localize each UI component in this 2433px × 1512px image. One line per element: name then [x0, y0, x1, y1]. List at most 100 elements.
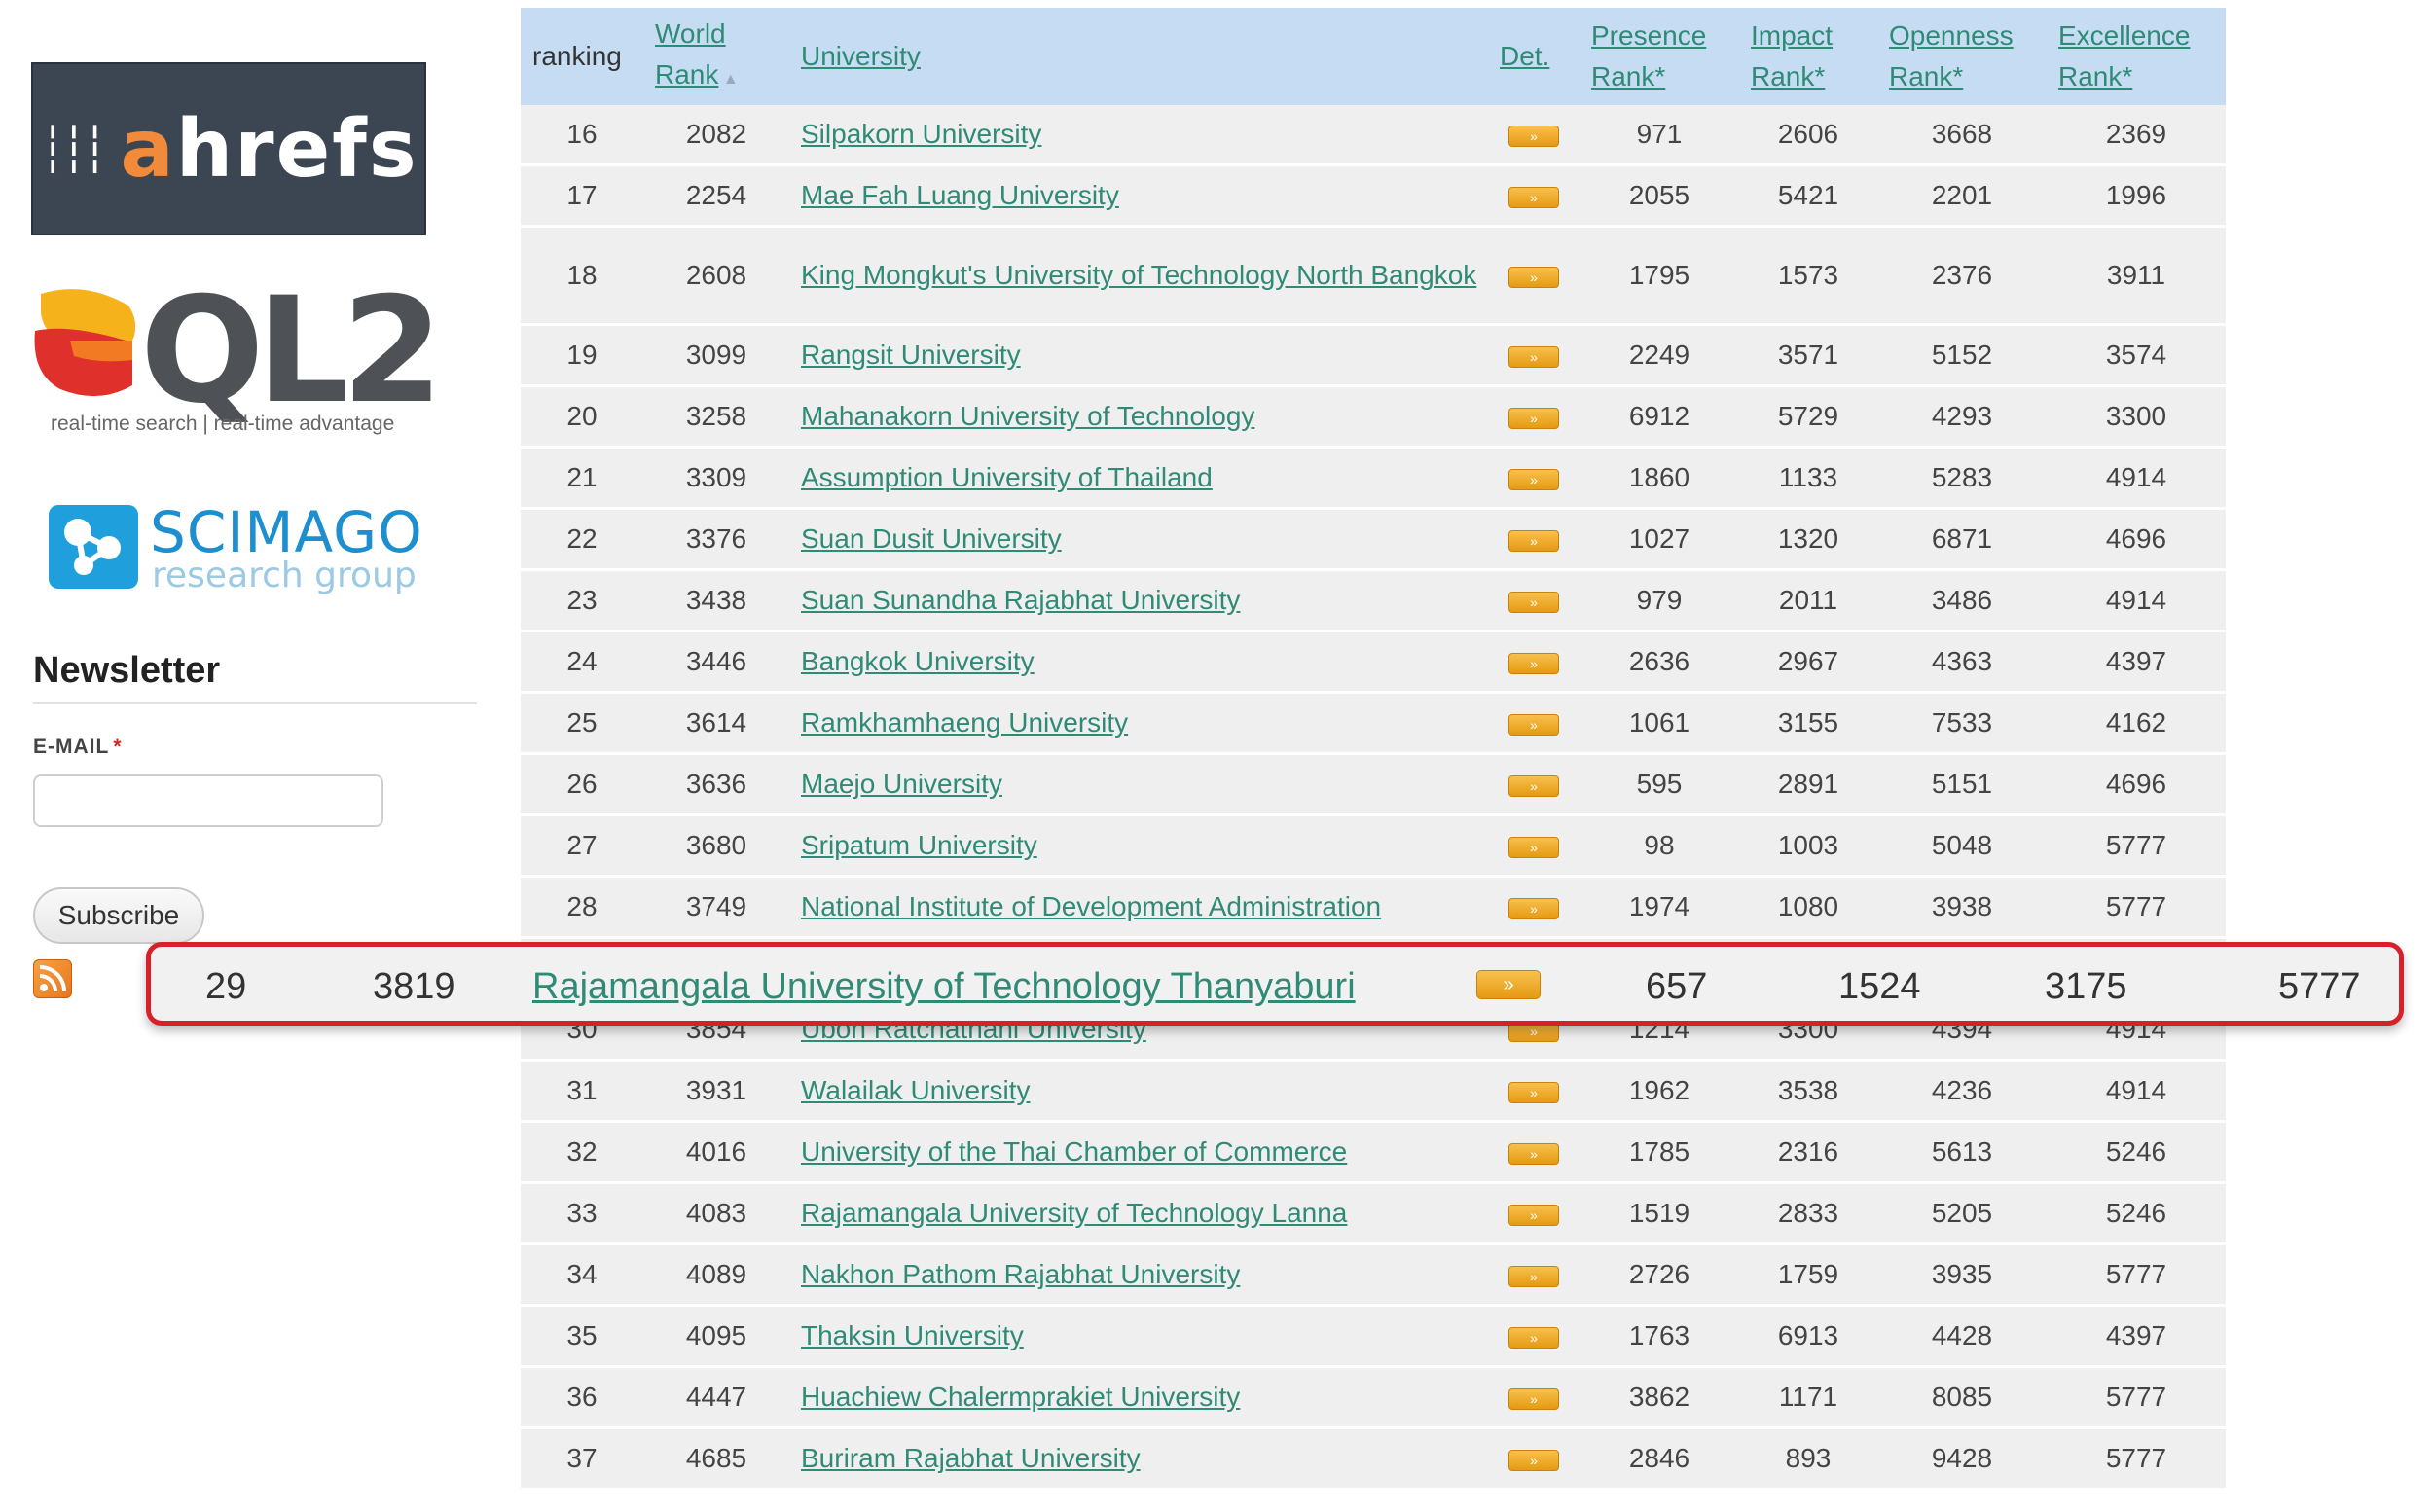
table-header-row: ranking World Rank ▲ University Det. Pres…: [521, 8, 2226, 105]
university-link[interactable]: Rangsit University: [801, 340, 1021, 370]
details-icon[interactable]: »: [1508, 836, 1559, 858]
cell-presence-rank: 2846: [1580, 1427, 1739, 1491]
cell-impact-rank: 6913: [1739, 1305, 1877, 1368]
cell-university: Maejo University: [789, 753, 1488, 816]
cell-det: »: [1488, 324, 1580, 387]
header-world-rank[interactable]: World Rank ▲: [643, 8, 789, 105]
cell-ranking: 22: [521, 508, 643, 571]
university-link[interactable]: Mae Fah Luang University: [801, 180, 1119, 210]
cell-university: Silpakorn University: [789, 105, 1488, 166]
header-det[interactable]: Det.: [1488, 8, 1580, 105]
details-icon[interactable]: »: [1508, 266, 1559, 288]
details-icon[interactable]: »: [1508, 186, 1559, 208]
details-icon[interactable]: »: [1508, 897, 1559, 919]
university-link[interactable]: Assumption University of Thailand: [801, 462, 1213, 492]
university-link[interactable]: Bangkok University: [801, 646, 1035, 676]
cell-presence-rank: 2249: [1580, 324, 1739, 387]
university-link[interactable]: Ramkhamhaeng University: [801, 707, 1128, 738]
university-link[interactable]: King Mongkut's University of Technology …: [801, 260, 1476, 290]
cell-world-rank: 4095: [643, 1305, 789, 1368]
cell-excellence-rank: 3911: [2047, 226, 2226, 326]
subscribe-button[interactable]: Subscribe: [33, 887, 204, 944]
university-link[interactable]: Suan Sunandha Rajabhat University: [801, 585, 1240, 615]
cell-impact-rank: 2967: [1739, 630, 1877, 694]
cell-university: Mahanakorn University of Technology: [789, 385, 1488, 449]
table-row: 20 3258 Mahanakorn University of Technolog…: [521, 385, 2226, 449]
table-row: 34 4089 Nakhon Pathom Rajabhat University »…: [521, 1243, 2226, 1307]
ahrefs-logo[interactable]: ┆┆┆ ahrefs: [31, 62, 426, 235]
cell-impact-rank: 1573: [1739, 226, 1877, 326]
callout-university-link[interactable]: Rajamangala University of Technology Tha…: [532, 966, 1356, 1008]
cell-impact-rank: 3538: [1739, 1060, 1877, 1123]
callout-excellence-rank: 5777: [2278, 966, 2361, 1007]
cell-openness-rank: 5151: [1877, 753, 2047, 816]
scimago-logo[interactable]: SCIMAGO research group: [49, 499, 438, 598]
university-link[interactable]: Buriram Rajabhat University: [801, 1443, 1141, 1473]
cell-ranking: 32: [521, 1121, 643, 1184]
email-field[interactable]: [33, 774, 383, 827]
details-icon[interactable]: »: [1508, 468, 1559, 490]
university-link[interactable]: Rajamangala University of Technology Lan…: [801, 1198, 1347, 1228]
details-icon[interactable]: »: [1508, 345, 1559, 368]
details-icon[interactable]: »: [1508, 1081, 1559, 1103]
university-link[interactable]: University of the Thai Chamber of Commer…: [801, 1136, 1347, 1167]
cell-ranking: 20: [521, 385, 643, 449]
table-row: 31 3931 Walailak University » 1962 3538 4236 49…: [521, 1060, 2226, 1123]
cell-university: Mae Fah Luang University: [789, 164, 1488, 228]
header-presence-rank[interactable]: Presence Rank*: [1580, 8, 1739, 105]
header-openness-rank[interactable]: Openness Rank*: [1877, 8, 2047, 105]
callout-impact-rank: 1524: [1838, 966, 1921, 1007]
callout-details-icon[interactable]: »: [1476, 970, 1541, 999]
scimago-subtitle: research group: [152, 556, 417, 595]
cell-det: »: [1488, 226, 1580, 326]
cell-excellence-rank: 5777: [2047, 1243, 2226, 1307]
university-link[interactable]: Sripatum University: [801, 830, 1037, 860]
header-impact-rank[interactable]: Impact Rank*: [1739, 8, 1877, 105]
details-icon[interactable]: »: [1508, 1326, 1559, 1349]
university-link[interactable]: Walailak University: [801, 1075, 1030, 1105]
cell-impact-rank: 2011: [1739, 569, 1877, 632]
cell-openness-rank: 5048: [1877, 814, 2047, 878]
cell-ranking: 24: [521, 630, 643, 694]
cell-ranking: 31: [521, 1060, 643, 1123]
cell-impact-rank: 1759: [1739, 1243, 1877, 1307]
rss-icon[interactable]: [33, 959, 72, 998]
scimago-mark-icon: [49, 505, 138, 589]
cell-university: Bangkok University: [789, 630, 1488, 694]
university-link[interactable]: Suan Dusit University: [801, 523, 1062, 554]
university-link[interactable]: Mahanakorn University of Technology: [801, 401, 1254, 431]
university-link[interactable]: Silpakorn University: [801, 119, 1041, 149]
university-link[interactable]: National Institute of Development Admini…: [801, 891, 1381, 921]
cell-presence-rank: 1860: [1580, 447, 1739, 510]
details-icon[interactable]: »: [1508, 125, 1559, 147]
cell-ranking: 16: [521, 105, 643, 166]
details-icon[interactable]: »: [1508, 713, 1559, 736]
details-icon[interactable]: »: [1508, 774, 1559, 797]
ql2-logo[interactable]: QL2 real-time search | real-time advanta…: [31, 278, 443, 450]
details-icon[interactable]: »: [1508, 1204, 1559, 1226]
cell-det: »: [1488, 1182, 1580, 1245]
university-link[interactable]: Maejo University: [801, 769, 1002, 799]
callout-world-rank: 3819: [373, 966, 455, 1007]
table-row: 28 3749 National Institute of Development …: [521, 876, 2226, 939]
details-icon[interactable]: »: [1508, 407, 1559, 429]
details-icon[interactable]: »: [1508, 652, 1559, 674]
details-icon[interactable]: »: [1508, 1265, 1559, 1287]
university-link[interactable]: Nakhon Pathom Rajabhat University: [801, 1259, 1240, 1289]
cell-world-rank: 3258: [643, 385, 789, 449]
cell-impact-rank: 1133: [1739, 447, 1877, 510]
cell-presence-rank: 98: [1580, 814, 1739, 878]
details-icon[interactable]: »: [1508, 591, 1559, 613]
header-university[interactable]: University: [789, 8, 1488, 105]
university-link[interactable]: Thaksin University: [801, 1320, 1024, 1350]
highlighted-row-callout[interactable]: 29 3819 Rajamangala University of Techno…: [146, 942, 2404, 1026]
table-row: 36 4447 Huachiew Chalermprakiet University…: [521, 1366, 2226, 1429]
header-excellence-rank[interactable]: Excellence Rank*: [2047, 8, 2226, 105]
details-icon[interactable]: »: [1508, 1449, 1559, 1471]
details-icon[interactable]: »: [1508, 1142, 1559, 1165]
details-icon[interactable]: »: [1508, 529, 1559, 552]
cell-impact-rank: 2316: [1739, 1121, 1877, 1184]
details-icon[interactable]: »: [1508, 1387, 1559, 1410]
cell-university: Rajamangala University of Technology Lan…: [789, 1182, 1488, 1245]
university-link[interactable]: Huachiew Chalermprakiet University: [801, 1382, 1240, 1412]
